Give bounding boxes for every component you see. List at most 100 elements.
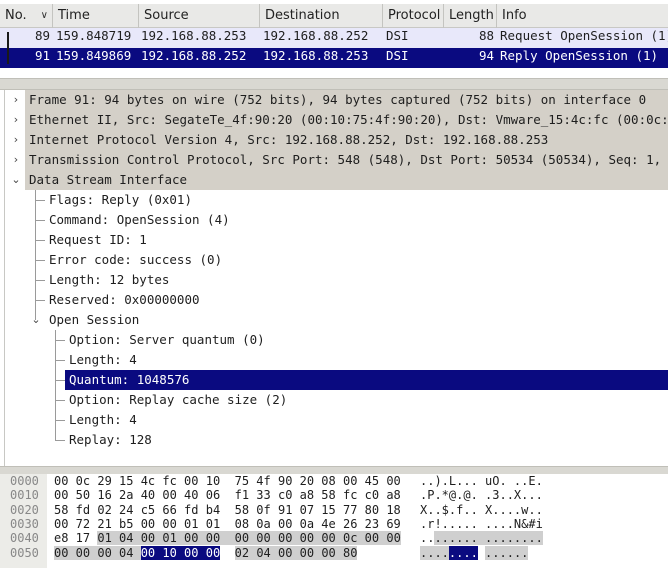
tree-dsi-flags[interactable]: Flags: Reply (0x01) (49, 190, 192, 210)
byte-row[interactable]: 0020 58 fd 02 24 c5 66 fd b4 58 0f 91 07 … (0, 503, 668, 517)
byte-ascii[interactable]: ..).L... uO. ..E. (420, 474, 543, 488)
byte-hex-segment: e8 17 (54, 531, 98, 546)
byte-hex-segment: 01 04 00 01 00 00 00 00 00 00 00 0c 00 0… (97, 531, 401, 546)
tree-option-replay-cache[interactable]: Option: Replay cache size (2) (69, 390, 287, 410)
byte-ascii[interactable]: .P.*@.@. .3..X... (420, 488, 543, 502)
packet-destination: 192.168.88.252 (263, 28, 369, 43)
byte-hex[interactable]: 00 00 00 04 00 10 00 00 02 04 00 00 00 8… (54, 545, 358, 560)
tree-branch-line (55, 340, 65, 341)
tree-branch-line (35, 300, 45, 301)
byte-ascii[interactable]: ........ ........ (420, 531, 543, 546)
pane-splitter[interactable] (0, 78, 668, 90)
byte-ascii-segment: ...... (485, 545, 529, 560)
byte-ascii[interactable]: X..$.f.. X....w.. (420, 503, 543, 517)
byte-row[interactable]: 0040 e8 17 01 04 00 01 00 00 00 00 00 00 … (0, 531, 668, 546)
tree-frame[interactable]: Frame 91: 94 bytes on wire (752 bits), 9… (25, 90, 668, 110)
byte-offset: 0040 (10, 531, 39, 546)
byte-row[interactable]: 0010 00 50 16 2a 40 00 40 06 f1 33 c0 a8 … (0, 488, 668, 502)
byte-ascii-segment: .. (420, 531, 435, 546)
tree-ethernet[interactable]: Ethernet II, Src: SegateTe_4f:90:20 (00:… (25, 110, 668, 130)
tree-branch-line (35, 200, 45, 201)
tree-option-length[interactable]: Length: 4 (69, 410, 137, 430)
packet-list-pane: No. ∨ Time Source Destination Protocol L… (0, 0, 668, 78)
tree-branch-line (55, 440, 65, 441)
byte-hex[interactable]: 58 fd 02 24 c5 66 fd b4 58 0f 91 07 15 7… (54, 503, 401, 517)
tree-branch-line (55, 330, 56, 441)
tree-open-session[interactable]: Open Session (49, 310, 139, 330)
chevron-right-icon[interactable]: › (9, 130, 23, 150)
byte-hex-segment: 00 0c 29 15 4c fc 00 10 75 4f 90 20 08 0… (54, 474, 401, 488)
tree-replay[interactable]: Replay: 128 (69, 430, 152, 450)
byte-row[interactable]: 0030 00 72 21 b5 00 00 01 01 08 0a 00 0a … (0, 517, 668, 531)
byte-hex[interactable]: 00 0c 29 15 4c fc 00 10 75 4f 90 20 08 0… (54, 474, 401, 488)
tree-dsi-reserved[interactable]: Reserved: 0x00000000 (49, 290, 200, 310)
tree-branch-line (35, 220, 45, 221)
chevron-down-icon[interactable]: ⌄ (29, 310, 43, 330)
packet-bytes-pane: 0000 00 0c 29 15 4c fc 00 10 75 4f 90 20 … (0, 474, 668, 568)
tree-dsi-error-code[interactable]: Error code: success (0) (49, 250, 222, 270)
packet-source: 192.168.88.252 (141, 48, 247, 63)
column-header-destination[interactable]: Destination (260, 4, 383, 28)
byte-hex[interactable]: 00 72 21 b5 00 00 01 01 08 0a 00 0a 4e 2… (54, 517, 401, 531)
packet-time: 159.849869 (56, 48, 132, 63)
column-header-source[interactable]: Source (139, 4, 260, 28)
packet-length: 94 (478, 48, 494, 63)
tree-branch-line (35, 280, 45, 281)
byte-ascii-segment (478, 546, 485, 560)
byte-row[interactable]: 0000 00 0c 29 15 4c fc 00 10 75 4f 90 20 … (0, 474, 668, 488)
tree-dsi-request-id[interactable]: Request ID: 1 (49, 230, 147, 250)
chevron-down-icon: ∨ (40, 10, 48, 21)
column-header-time[interactable]: Time (53, 4, 139, 28)
byte-ascii-segment: .r!..... ....N&#i (420, 516, 543, 531)
byte-offset: 0000 (10, 474, 39, 488)
byte-ascii-segment: .... (420, 545, 449, 560)
byte-hex-segment: 58 fd 02 24 c5 66 fd b4 58 0f 91 07 15 7… (54, 502, 401, 517)
pane-splitter[interactable] (0, 466, 668, 474)
byte-hex-segment: 00 50 16 2a 40 00 40 06 f1 33 c0 a8 58 f… (54, 488, 401, 503)
byte-hex-segment (220, 546, 234, 560)
column-header-length[interactable]: Length (444, 4, 497, 28)
column-header-protocol[interactable]: Protocol (383, 4, 444, 28)
tree-dsi-length[interactable]: Length: 12 bytes (49, 270, 169, 290)
byte-ascii[interactable]: ........ ...... (420, 545, 529, 560)
related-packet-marker (7, 32, 9, 64)
byte-hex-selected: 00 10 00 00 (140, 545, 221, 560)
tree-branch-line (35, 240, 45, 241)
byte-row[interactable]: 0050 00 00 00 04 00 10 00 00 02 04 00 00 … (0, 545, 668, 560)
tree-dsi[interactable]: Data Stream Interface (25, 170, 668, 190)
tree-quantum-selected[interactable]: Quantum: 1048576 (65, 370, 668, 390)
chevron-right-icon[interactable]: › (9, 90, 23, 110)
packet-details-pane: › Frame 91: 94 bytes on wire (752 bits),… (4, 90, 668, 466)
packet-list-header: No. ∨ Time Source Destination Protocol L… (0, 4, 668, 28)
byte-hex-segment: 00 72 21 b5 00 00 01 01 08 0a 00 0a 4e 2… (54, 516, 401, 531)
column-header-info[interactable]: Info (497, 4, 668, 28)
packet-row-selected[interactable]: 91 159.849869 192.168.88.252 192.168.88.… (0, 48, 668, 68)
chevron-down-icon[interactable]: ⌄ (9, 170, 23, 190)
byte-ascii[interactable]: .r!..... ....N&#i (420, 517, 543, 531)
byte-offset: 0020 (10, 502, 39, 517)
packet-source: 192.168.88.253 (141, 28, 247, 43)
tree-dsi-command[interactable]: Command: OpenSession (4) (49, 210, 230, 230)
chevron-right-icon[interactable]: › (9, 110, 23, 130)
byte-hex-segment: 00 00 00 04 (54, 545, 141, 560)
column-header-no[interactable]: No. ∨ (0, 4, 53, 28)
tree-branch-line (35, 260, 45, 261)
byte-offset: 0010 (10, 488, 39, 503)
byte-ascii-segment: X..$.f.. X....w.. (420, 502, 543, 517)
chevron-right-icon[interactable]: › (9, 150, 23, 170)
tree-ipv4[interactable]: Internet Protocol Version 4, Src: 192.16… (25, 130, 668, 150)
tree-tcp[interactable]: Transmission Control Protocol, Src Port:… (25, 150, 668, 170)
byte-offset: 0030 (10, 516, 39, 531)
byte-offset: 0050 (10, 545, 39, 560)
byte-hex[interactable]: 00 50 16 2a 40 00 40 06 f1 33 c0 a8 58 f… (54, 488, 401, 502)
tree-branch-line (55, 360, 65, 361)
packet-row[interactable]: 89 159.848719 192.168.88.253 192.168.88.… (0, 28, 668, 48)
byte-ascii-segment: ...... ........ (434, 531, 543, 546)
packet-info: Request OpenSession (1) (500, 28, 668, 43)
byte-ascii-selected: .... (448, 545, 478, 560)
tree-option-length[interactable]: Length: 4 (69, 350, 137, 370)
byte-hex[interactable]: e8 17 01 04 00 01 00 00 00 00 00 00 00 0… (54, 531, 401, 546)
tree-option-server-quantum[interactable]: Option: Server quantum (0) (69, 330, 265, 350)
byte-ascii-segment: ..).L... uO. ..E. (420, 474, 543, 488)
packet-time: 159.848719 (56, 28, 132, 43)
